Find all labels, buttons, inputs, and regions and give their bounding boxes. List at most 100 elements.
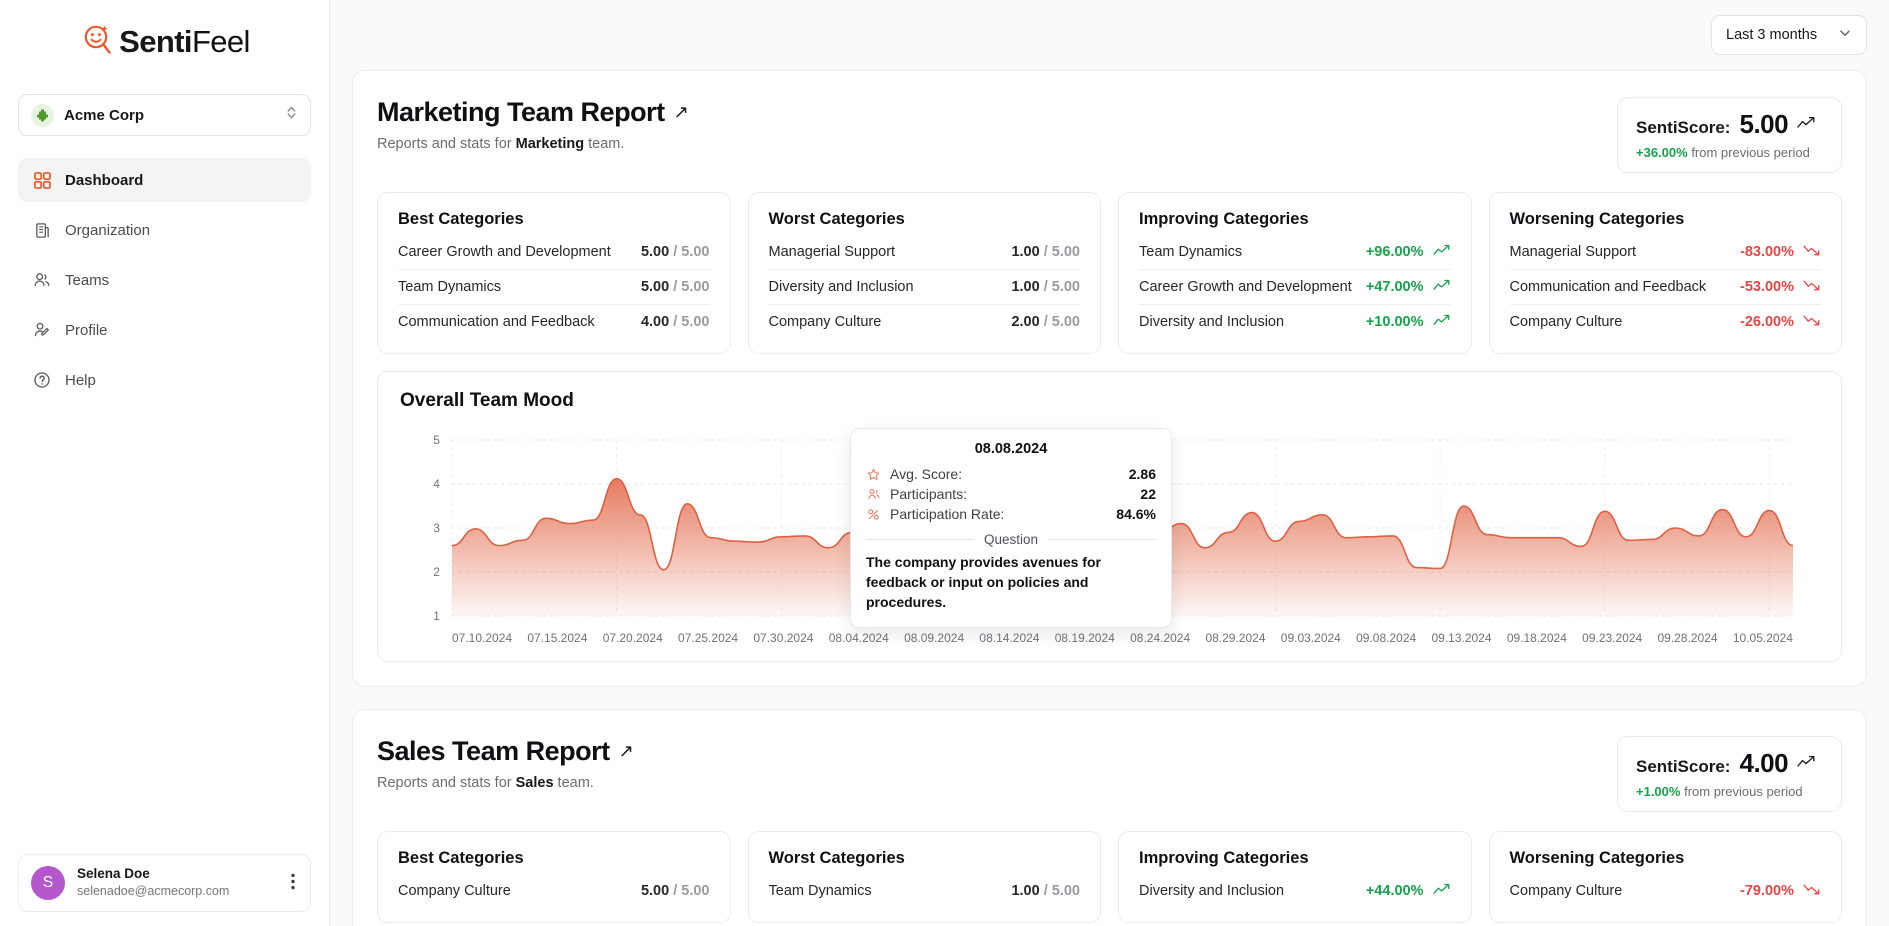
grid-icon: [32, 170, 52, 190]
category-score-denominator: / 5.00: [673, 279, 709, 295]
category-delta: +44.00%: [1366, 883, 1424, 899]
card-improving-categories: Improving Categories Team Dynamics +96.0…: [1118, 192, 1472, 354]
category-score-denominator: / 5.00: [1044, 883, 1080, 899]
card-worst-categories: Worst Categories Managerial Support 1.00…: [748, 192, 1102, 354]
report-subtitle-pre: Reports and stats for: [377, 136, 516, 152]
category-name: Company Culture: [1510, 314, 1623, 330]
category-name: Team Dynamics: [1139, 244, 1242, 260]
brand-logo[interactable]: SentiFeel: [0, 0, 329, 82]
svg-text:2: 2: [433, 565, 440, 579]
sidebar-item-label: Organization: [65, 222, 150, 239]
table-row: Career Growth and Development 5.00 / 5.0…: [398, 235, 710, 270]
x-axis-tick: 08.09.2024: [904, 631, 964, 645]
external-link-arrow-icon: ↗: [674, 102, 689, 123]
category-name: Managerial Support: [769, 244, 896, 260]
trend-down-icon: [1803, 244, 1821, 260]
report-title-block: Marketing Team Report ↗ Reports and stat…: [377, 97, 688, 152]
x-axis-tick: 07.30.2024: [753, 631, 813, 645]
category-name: Company Culture: [769, 314, 882, 330]
category-delta: -53.00%: [1740, 279, 1794, 295]
sentiscore-delta-text: from previous period: [1684, 784, 1803, 799]
report-subtitle-post: team.: [554, 775, 594, 791]
table-row: Managerial Support -83.00%: [1510, 235, 1822, 270]
sentiscore-value: 4.00: [1739, 748, 1788, 779]
category-delta: +47.00%: [1366, 279, 1424, 295]
chart-title: Overall Team Mood: [400, 390, 1819, 412]
category-name: Team Dynamics: [769, 883, 872, 899]
main-content: Last 3 months Marketing Team Report ↗ Re…: [330, 0, 1889, 926]
category-cards-sales: Best Categories Company Culture 5.00 / 5…: [377, 831, 1842, 923]
tooltip-row-avg-score: Avg. Score: 2.86: [866, 464, 1156, 484]
user-menu-kebab-icon[interactable]: [288, 873, 298, 893]
svg-text:3: 3: [433, 521, 440, 535]
sidebar-item-teams[interactable]: Teams: [18, 258, 311, 302]
sidebar-item-help[interactable]: Help: [18, 358, 311, 402]
category-score: 5.00 / 5.00: [641, 883, 710, 899]
category-score-denominator: / 5.00: [673, 314, 709, 330]
card-best-categories: Best Categories Company Culture 5.00 / 5…: [377, 831, 731, 923]
category-name: Diversity and Inclusion: [1139, 314, 1284, 330]
svg-text:4: 4: [433, 477, 440, 491]
report-title-link[interactable]: Sales Team Report ↗: [377, 736, 633, 767]
category-score: 5.00 / 5.00: [641, 279, 710, 295]
report-subtitle-team: Sales: [516, 775, 554, 791]
topbar: Last 3 months: [330, 0, 1889, 70]
category-delta: +10.00%: [1366, 314, 1424, 330]
chart-plot-area[interactable]: 12345 08.08.2024 Avg. Score:: [400, 434, 1819, 626]
card-worsening-categories: Worsening Categories Company Culture -79…: [1489, 831, 1843, 923]
table-row: Company Culture 5.00 / 5.00: [398, 874, 710, 908]
x-axis-tick: 08.04.2024: [829, 631, 889, 645]
organization-switcher[interactable]: Acme Corp: [18, 94, 311, 136]
report-sales: Sales Team Report ↗ Reports and stats fo…: [352, 709, 1867, 926]
report-title-block: Sales Team Report ↗ Reports and stats fo…: [377, 736, 633, 791]
sidebar-item-label: Dashboard: [65, 172, 143, 189]
category-name: Team Dynamics: [398, 279, 501, 295]
report-title-link[interactable]: Marketing Team Report ↗: [377, 97, 688, 128]
trend-down-icon: [1803, 314, 1821, 330]
report-subtitle: Reports and stats for Marketing team.: [377, 136, 688, 152]
category-delta: -26.00%: [1740, 314, 1794, 330]
user-meta: Selena Doe selenadoe@acmecorp.com: [77, 866, 276, 899]
category-name: Career Growth and Development: [398, 244, 611, 260]
category-score-value: 4.00: [641, 314, 669, 330]
table-row: Communication and Feedback 4.00 / 5.00: [398, 305, 710, 339]
sentiscore-label: SentiScore:: [1636, 118, 1730, 138]
sidebar-item-organization[interactable]: Organization: [18, 208, 311, 252]
tooltip-value: 84.6%: [1116, 506, 1156, 522]
table-row: Diversity and Inclusion +44.00%: [1139, 874, 1451, 908]
category-score-denominator: / 5.00: [1044, 314, 1080, 330]
category-score-value: 1.00: [1011, 279, 1039, 295]
tooltip-section-label: Question: [984, 532, 1038, 547]
period-filter-select[interactable]: Last 3 months: [1711, 15, 1867, 55]
organization-name: Acme Corp: [64, 107, 275, 124]
report-subtitle-team: Marketing: [516, 136, 585, 152]
card-title: Worsening Categories: [1510, 210, 1822, 229]
divider: [1048, 539, 1156, 540]
category-score-value: 1.00: [1011, 883, 1039, 899]
x-axis-tick: 09.18.2024: [1507, 631, 1567, 645]
app-root: SentiFeel Acme Corp: [0, 0, 1889, 926]
table-row: Managerial Support 1.00 / 5.00: [769, 235, 1081, 270]
tooltip-label: Participants:: [890, 486, 1131, 502]
sidebar-item-dashboard[interactable]: Dashboard: [18, 158, 311, 202]
category-score: 1.00 / 5.00: [1011, 883, 1080, 899]
category-score-value: 5.00: [641, 244, 669, 260]
category-score-denominator: / 5.00: [1044, 279, 1080, 295]
trend-up-icon: [1433, 314, 1451, 330]
report-subtitle-pre: Reports and stats for: [377, 775, 516, 791]
category-score-value: 2.00: [1011, 314, 1039, 330]
table-row: Diversity and Inclusion 1.00 / 5.00: [769, 270, 1081, 305]
percent-icon: [866, 508, 881, 521]
sidebar-item-profile[interactable]: Profile: [18, 308, 311, 352]
sentiscore-delta: +1.00% from previous period: [1636, 784, 1823, 799]
x-axis-tick: 09.13.2024: [1431, 631, 1491, 645]
external-link-arrow-icon: ↗: [619, 741, 634, 762]
table-row: Diversity and Inclusion +10.00%: [1139, 305, 1451, 339]
x-axis-tick: 07.20.2024: [603, 631, 663, 645]
category-score-value: 5.00: [641, 883, 669, 899]
users-icon: [32, 270, 52, 290]
tooltip-value: 2.86: [1129, 466, 1156, 482]
overall-team-mood-chart-card: Overall Team Mood 12345: [377, 371, 1842, 662]
category-name: Managerial Support: [1510, 244, 1637, 260]
user-account-card[interactable]: S Selena Doe selenadoe@acmecorp.com: [18, 854, 311, 912]
